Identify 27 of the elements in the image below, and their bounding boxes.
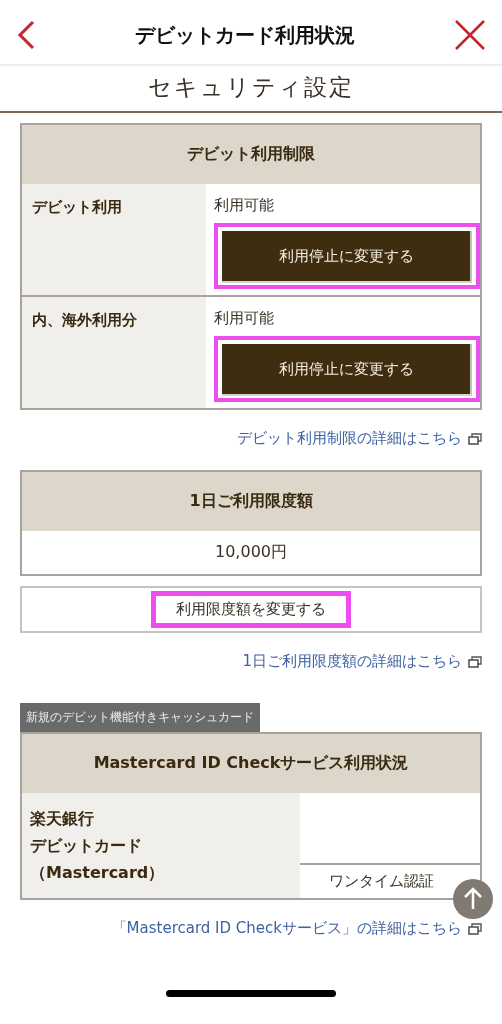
back-icon[interactable]	[16, 20, 36, 50]
card-name-line: 楽天銀行	[30, 808, 95, 830]
suspend-button[interactable]: 利用停止に変更する	[222, 231, 472, 281]
table-header: 1日ご利用限度額	[22, 472, 480, 531]
external-link-icon	[468, 922, 482, 935]
close-icon[interactable]	[454, 19, 486, 51]
window-title: デビットカード利用状況	[135, 21, 355, 49]
details-link[interactable]: 「Mastercard ID Checkサービス」の詳細はこちら	[111, 919, 462, 938]
card-name-line: デビットカード	[30, 835, 143, 857]
scroll-top-icon[interactable]	[452, 878, 494, 920]
card-tag: 新規のデビット機能付きキャッシュカード	[20, 703, 260, 732]
row-label: デビット利用	[22, 184, 206, 295]
limit-amount: 10,000円	[214, 541, 288, 563]
card-name-line: （Mastercard）	[30, 862, 166, 884]
external-link-icon	[468, 432, 482, 445]
status-text: 利用可能	[214, 309, 275, 328]
section-title: セキュリティ設定	[147, 73, 355, 102]
change-limit-button[interactable]: 利用限度額を変更する	[20, 586, 482, 633]
suspend-button[interactable]: 利用停止に変更する	[222, 344, 472, 394]
auth-status: ワンタイム認証	[327, 871, 435, 892]
details-link[interactable]: 1日ご利用限度額の詳細はこちら	[242, 652, 462, 671]
external-link-icon	[468, 655, 482, 668]
table-header: Mastercard ID Checkサービス利用状況	[22, 734, 480, 793]
table-header: デビット利用制限	[22, 125, 480, 184]
row-label: 内、海外利用分	[22, 297, 206, 408]
details-link[interactable]: デビット利用制限の詳細はこちら	[237, 429, 462, 448]
status-text: 利用可能	[214, 196, 275, 215]
